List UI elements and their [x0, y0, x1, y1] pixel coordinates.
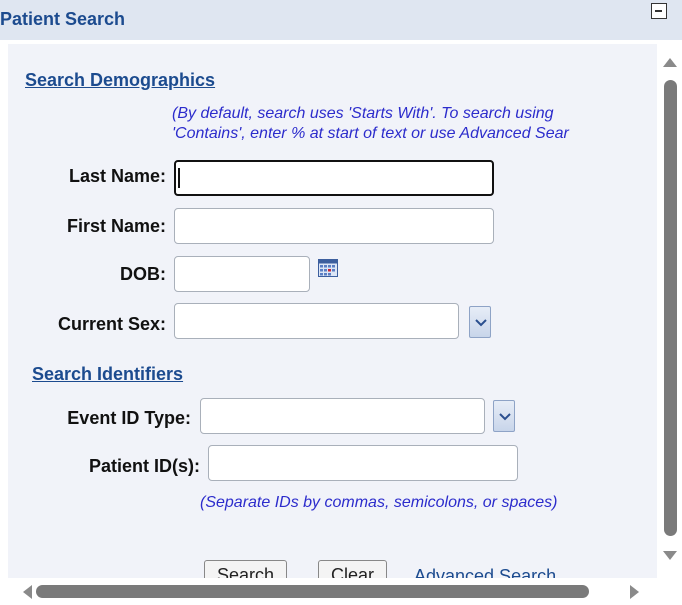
panel-header: Patient Search [0, 0, 682, 40]
event-id-type-dropdown-button[interactable] [493, 400, 515, 432]
horizontal-scrollbar[interactable] [0, 578, 682, 605]
vertical-scroll-thumb[interactable] [664, 80, 677, 536]
collapse-icon[interactable] [651, 3, 667, 19]
clear-button[interactable]: Clear [318, 560, 388, 578]
current-sex-select[interactable] [174, 303, 459, 339]
patient-ids-label: Patient ID(s): [88, 456, 200, 476]
search-hint-line-2: 'Contains', enter % at start of text or … [172, 125, 569, 142]
panel-title: Patient Search [0, 9, 126, 29]
dob-input[interactable] [174, 256, 310, 292]
scroll-down-icon[interactable] [663, 551, 677, 560]
chevron-down-icon [475, 319, 487, 327]
text-caret [178, 168, 180, 188]
last-name-label: Last Name: [68, 166, 166, 186]
patient-ids-input[interactable] [208, 445, 518, 481]
search-hint-line-1: (By default, search uses 'Starts With'. … [172, 105, 554, 122]
current-sex-label: Current Sex: [57, 314, 166, 334]
search-demographics-heading[interactable]: Search Demographics [25, 70, 215, 91]
vertical-scrollbar[interactable] [657, 44, 682, 578]
last-name-input[interactable] [174, 160, 494, 196]
patient-ids-hint: (Separate IDs by commas, semicolons, or … [200, 494, 558, 511]
current-sex-dropdown-button[interactable] [469, 306, 491, 338]
event-id-type-label: Event ID Type: [67, 408, 191, 428]
calendar-icon[interactable] [318, 259, 338, 277]
search-form: Search Demographics (By default, search … [8, 44, 657, 578]
scroll-up-icon[interactable] [663, 58, 677, 67]
chevron-down-icon [499, 413, 511, 421]
scroll-left-icon[interactable] [23, 585, 32, 599]
first-name-input[interactable] [174, 208, 494, 244]
search-button[interactable]: Search [204, 560, 288, 578]
event-id-type-select[interactable] [200, 398, 485, 434]
last-name-wrapper [174, 160, 494, 196]
scroll-right-icon[interactable] [630, 585, 639, 599]
first-name-label: First Name: [66, 216, 166, 236]
dob-label: DOB: [120, 264, 166, 284]
horizontal-scroll-thumb[interactable] [36, 585, 589, 598]
advanced-search-link[interactable]: Advanced Search [414, 566, 556, 578]
search-identifiers-heading[interactable]: Search Identifiers [32, 364, 183, 385]
